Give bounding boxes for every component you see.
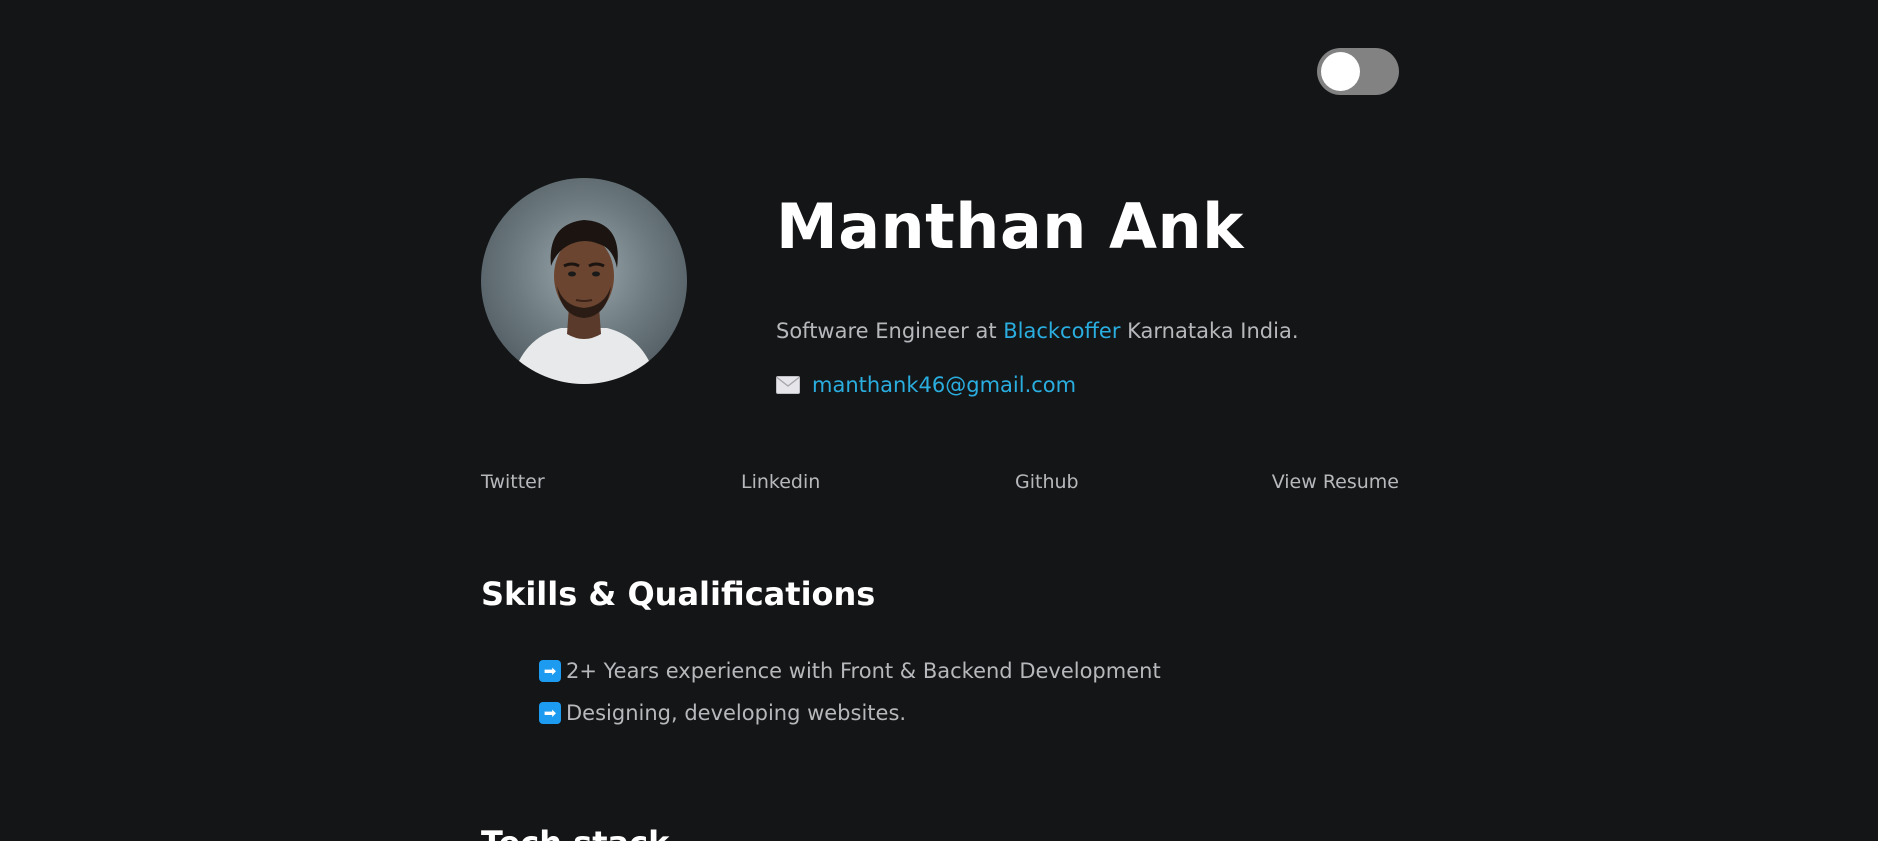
skill-text: Designing, developing websites. — [566, 701, 907, 725]
avatar — [481, 178, 687, 384]
right-arrow-icon: ➡ — [539, 702, 561, 724]
tagline-prefix: Software Engineer at — [776, 319, 1004, 343]
email-row: manthank46@gmail.com — [776, 370, 1076, 400]
linkedin-link[interactable]: Linkedin — [741, 468, 820, 496]
company-link[interactable]: Blackcoffer — [1003, 319, 1120, 343]
list-item: ➡ 2+ Years experience with Front & Backe… — [539, 650, 1161, 692]
skills-heading: Skills & Qualifications — [481, 575, 876, 613]
envelope-icon — [776, 376, 800, 394]
email-link[interactable]: manthank46@gmail.com — [812, 370, 1076, 400]
skills-list: ➡ 2+ Years experience with Front & Backe… — [539, 650, 1161, 734]
github-link[interactable]: Github — [1015, 468, 1079, 496]
avatar-portrait — [511, 220, 657, 384]
profile-tagline: Software Engineer at Blackcoffer Karnata… — [776, 316, 1299, 346]
right-arrow-icon: ➡ — [539, 660, 561, 682]
view-resume-link[interactable]: View Resume — [1272, 468, 1399, 496]
theme-toggle[interactable] — [1317, 48, 1399, 95]
tech-stack-heading: Tech stack — [481, 822, 669, 841]
portfolio-page: Manthan Ank Software Engineer at Blackco… — [0, 0, 1878, 841]
profile-name: Manthan Ank — [776, 190, 1244, 263]
list-item: ➡ Designing, developing websites. — [539, 692, 1161, 734]
theme-toggle-knob — [1321, 52, 1360, 91]
skill-text: 2+ Years experience with Front & Backend… — [566, 659, 1161, 683]
twitter-link[interactable]: Twitter — [481, 468, 545, 496]
tagline-suffix: Karnataka India. — [1120, 319, 1299, 343]
